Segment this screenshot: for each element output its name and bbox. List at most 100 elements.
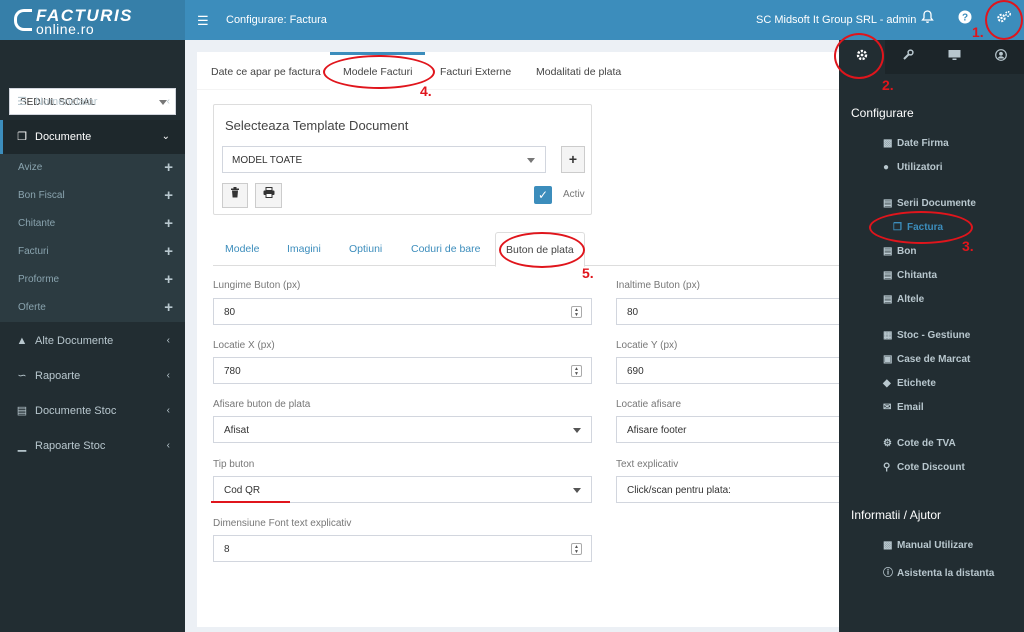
logo[interactable]: FACTURIS online.ro: [0, 0, 185, 40]
locatie-afisare-label: Locatie afisare: [616, 399, 682, 410]
annotation-circle-5: [499, 232, 585, 268]
sidebar-subitem-avize[interactable]: Avize +: [0, 154, 185, 182]
active-label: Activ: [563, 189, 585, 200]
text-explicativ-label: Text explicativ: [616, 459, 679, 470]
svg-text:?: ?: [962, 13, 968, 24]
config-item-cote-tva[interactable]: ⚙ Cote de TVA: [883, 438, 956, 449]
user-circle-icon: [994, 49, 1007, 64]
text-explicativ-value: Click/scan pentru plata:: [627, 485, 731, 496]
main-tabs: Date ce apar pe factura Modele Facturi F…: [197, 52, 840, 90]
locatie-afisare-value: Afisare footer: [627, 425, 687, 436]
file-icon: ▤: [883, 270, 893, 281]
config-item-email[interactable]: ✉ Email: [883, 402, 924, 413]
text-explicativ-input[interactable]: Click/scan pentru plata:: [616, 476, 840, 503]
locx-input[interactable]: 780 ▲ ▼: [213, 357, 592, 384]
config-item-etichete[interactable]: ◆ Etichete: [883, 378, 936, 389]
config-item-label: Bon: [897, 246, 917, 257]
config-item-label: Chitanta: [897, 270, 937, 281]
config-item-label: Cote de TVA: [897, 438, 956, 449]
tags-icon: ◆: [883, 378, 891, 389]
file-icon: ▤: [16, 405, 28, 417]
sidebar-item-rapoarte[interactable]: ∽ Rapoarte ‹: [0, 359, 185, 393]
config-item-utilizatori[interactable]: ● Utilizatori: [883, 162, 943, 173]
copy-icon: ❐: [17, 131, 27, 143]
info-item-asistenta[interactable]: ⓘ Asistenta la distanta: [883, 564, 994, 579]
info-item-manual[interactable]: ▩ Manual Utilizare: [883, 540, 973, 551]
line-chart-icon: ∽: [17, 370, 27, 382]
sidebar-subitem-proforme[interactable]: Proforme +: [0, 266, 185, 294]
font-input[interactable]: 8 ▲ ▼: [213, 535, 592, 562]
config-item-serii-documente[interactable]: ▤ Serii Documente: [883, 198, 976, 209]
company-user-label[interactable]: SC Midsoft It Group SRL - admin: [756, 14, 916, 26]
sidebar-item-documente[interactable]: ❐ Documente ⌄: [0, 120, 185, 154]
page-title: Configurare: Factura: [226, 14, 327, 26]
plus-icon[interactable]: +: [164, 271, 173, 288]
delete-template-button[interactable]: [222, 183, 248, 208]
active-checkbox[interactable]: ✓: [534, 186, 552, 204]
tip-buton-select[interactable]: Cod QR: [213, 476, 592, 503]
sidebar-item-nomenclator[interactable]: ☰ Nomenclator ‹: [0, 85, 185, 119]
font-value: 8: [224, 544, 230, 555]
plus-icon[interactable]: +: [164, 159, 173, 176]
sidebar-subitem-facturi[interactable]: Facturi +: [0, 238, 185, 266]
afisare-value: Afisat: [224, 425, 250, 436]
bell-icon[interactable]: [917, 10, 937, 30]
tip-buton-label: Tip buton: [213, 459, 255, 470]
config-item-cote-discount[interactable]: ⚲ Cote Discount: [883, 462, 965, 473]
wrench-icon: [902, 49, 914, 64]
config-item-stoc-gestiune[interactable]: ▦ Stoc - Gestiune: [883, 330, 970, 341]
sidebar-item-label: Nomenclator: [35, 96, 98, 108]
stepper-icon[interactable]: ▲ ▼: [571, 543, 582, 555]
config-item-label: Stoc - Gestiune: [897, 330, 971, 341]
info-item-label: Asistenta la distanta: [897, 568, 995, 579]
add-template-button[interactable]: +: [561, 146, 585, 173]
sidebar-subitem-chitante[interactable]: Chitante +: [0, 210, 185, 238]
menu-toggle-icon[interactable]: ☰: [197, 13, 209, 29]
tab-date-factura[interactable]: Date ce apar pe factura: [211, 66, 321, 78]
stepper-icon[interactable]: ▲ ▼: [571, 306, 582, 318]
tab-display[interactable]: [931, 40, 977, 74]
sidebar-subitem-label: Bon Fiscal: [18, 190, 65, 201]
chevron-left-icon: ‹: [166, 335, 170, 346]
plus-icon[interactable]: +: [164, 215, 173, 232]
plus-icon[interactable]: +: [164, 243, 173, 260]
lungime-label: Lungime Buton (px): [213, 280, 301, 291]
sidebar-subitem-oferte[interactable]: Oferte +: [0, 294, 185, 322]
tab-modalitati-plata[interactable]: Modalitati de plata: [536, 66, 621, 78]
logo-mark-icon: [14, 9, 32, 31]
tab-user[interactable]: [977, 40, 1024, 74]
config-item-label: Email: [897, 402, 924, 413]
plus-icon[interactable]: +: [164, 187, 173, 204]
locy-input[interactable]: 690: [616, 357, 840, 384]
plus-icon[interactable]: +: [164, 299, 173, 316]
tab-tools[interactable]: [885, 40, 931, 74]
config-item-altele[interactable]: ▤ Altele: [883, 294, 924, 305]
locatie-afisare-select[interactable]: Afisare footer: [616, 416, 840, 443]
configurare-heading: Configurare: [851, 106, 914, 120]
tab-optiuni[interactable]: Optiuni: [349, 243, 382, 255]
tab-coduri-bare[interactable]: Coduri de bare: [411, 243, 480, 255]
sidebar-subitem-bon-fiscal[interactable]: Bon Fiscal +: [0, 182, 185, 210]
cogs-icon: ⚙: [883, 438, 892, 449]
plus-icon: +: [568, 151, 578, 167]
inaltime-input[interactable]: 80: [616, 298, 840, 325]
config-item-date-firma[interactable]: ▩ Date Firma: [883, 138, 949, 149]
tab-modele[interactable]: Modele: [225, 243, 259, 255]
afisare-select[interactable]: Afisat: [213, 416, 592, 443]
template-select[interactable]: MODEL TOATE: [222, 146, 546, 173]
print-icon: [263, 187, 274, 198]
lungime-input[interactable]: 80 ▲ ▼: [213, 298, 592, 325]
lungime-value: 80: [224, 307, 236, 318]
tab-imagini[interactable]: Imagini: [287, 243, 321, 255]
stepper-icon[interactable]: ▲ ▼: [571, 365, 582, 377]
tab-facturi-externe[interactable]: Facturi Externe: [440, 66, 511, 78]
config-item-case-marcat[interactable]: ▣ Case de Marcat: [883, 354, 970, 365]
print-template-button[interactable]: [255, 183, 282, 208]
config-item-bon[interactable]: ▤ Bon: [883, 246, 916, 257]
sidebar-item-alte-documente[interactable]: ▲ Alte Documente ‹: [0, 324, 185, 358]
config-item-chitanta[interactable]: ▤ Chitanta: [883, 270, 937, 281]
sidebar-item-rapoarte-stoc[interactable]: ▁ Rapoarte Stoc ‹: [0, 429, 185, 463]
inaltime-value: 80: [627, 307, 639, 318]
bar-chart-icon: ▁: [17, 440, 27, 452]
sidebar-item-documente-stoc[interactable]: ▤ Documente Stoc ‹: [0, 394, 185, 428]
